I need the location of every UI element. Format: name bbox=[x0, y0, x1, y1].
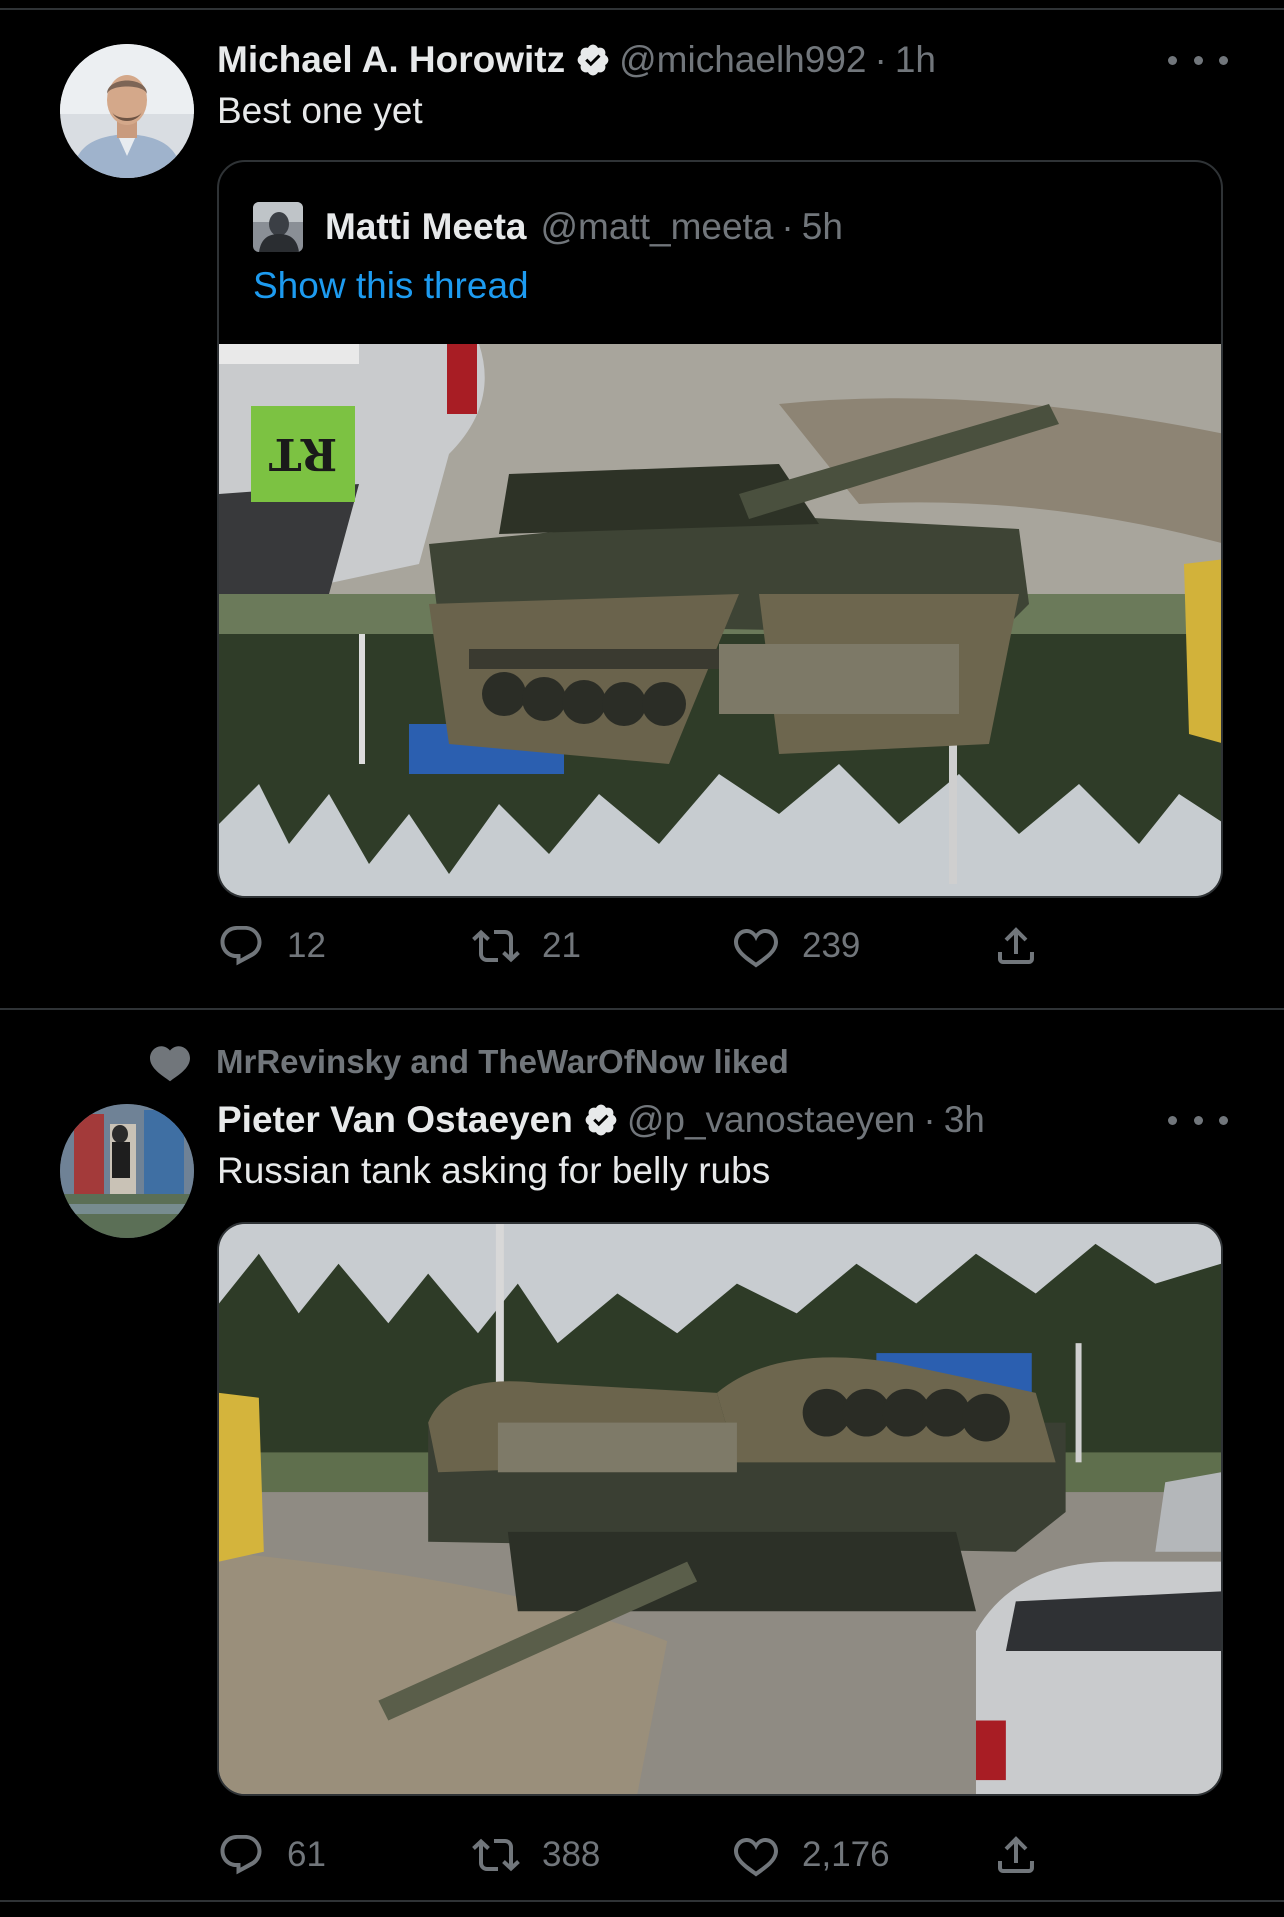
reply-count: 61 bbox=[287, 1835, 326, 1874]
tweet-actions: 12 21 239 bbox=[217, 918, 1057, 974]
reply-button[interactable]: 61 bbox=[217, 1827, 326, 1883]
quote-header: Matti Meeta @matt_meeta · 5h bbox=[253, 202, 843, 252]
avatar[interactable] bbox=[60, 44, 194, 178]
show-thread-link[interactable]: Show this thread bbox=[253, 265, 529, 307]
tweet-2[interactable]: Pieter Van Ostaeyen @p_vanostaeyen · 3h … bbox=[0, 1008, 1284, 1901]
like-button[interactable]: 239 bbox=[732, 918, 860, 974]
quote-author-handle[interactable]: @matt_meeta bbox=[540, 206, 773, 248]
quoted-tweet[interactable]: Matti Meeta @matt_meeta · 5h Show this t… bbox=[217, 160, 1223, 898]
reply-count: 12 bbox=[287, 926, 326, 965]
tweet-1[interactable]: Michael A. Horowitz @michaelh992 · 1h Be… bbox=[0, 0, 1284, 1008]
heart-icon bbox=[734, 928, 778, 968]
tweet-divider bbox=[0, 1900, 1284, 1902]
heart-icon bbox=[734, 1837, 778, 1877]
separator-dot: · bbox=[923, 1099, 936, 1140]
rt-logo-badge: RT bbox=[268, 428, 338, 480]
timestamp[interactable]: 1h bbox=[895, 39, 936, 81]
share-icon bbox=[998, 927, 1034, 964]
separator-dot: · bbox=[874, 39, 887, 80]
tweet-text: Russian tank asking for belly rubs bbox=[217, 1150, 771, 1191]
reply-icon bbox=[220, 1835, 262, 1875]
verified-badge-icon bbox=[585, 1104, 617, 1136]
author-name[interactable]: Pieter Van Ostaeyen bbox=[217, 1099, 573, 1141]
tweet-media-image[interactable] bbox=[217, 1222, 1223, 1796]
retweet-count: 388 bbox=[542, 1835, 601, 1874]
timestamp[interactable]: 3h bbox=[944, 1099, 985, 1141]
tweet-text: Best one yet bbox=[217, 90, 423, 131]
quote-timestamp[interactable]: 5h bbox=[802, 206, 843, 248]
reply-button[interactable]: 12 bbox=[217, 918, 326, 974]
like-button[interactable]: 2,176 bbox=[732, 1827, 890, 1883]
share-icon bbox=[998, 1836, 1034, 1873]
tweet-actions: 61 388 2,176 bbox=[217, 1827, 1057, 1883]
author-handle[interactable]: @p_vanostaeyen bbox=[627, 1099, 916, 1141]
author-handle[interactable]: @michaelh992 bbox=[619, 39, 866, 81]
more-dots-icon[interactable] bbox=[1168, 45, 1228, 75]
quote-author-name[interactable]: Matti Meeta bbox=[325, 206, 526, 248]
quoted-media-image[interactable]: RT bbox=[219, 344, 1221, 896]
avatar[interactable] bbox=[60, 1104, 194, 1238]
retweet-count: 21 bbox=[542, 926, 581, 965]
quote-avatar[interactable] bbox=[253, 202, 303, 252]
tweet-header: Michael A. Horowitz @michaelh992 · 1h bbox=[217, 35, 936, 85]
more-dots-icon[interactable] bbox=[1168, 1105, 1228, 1135]
retweet-button[interactable]: 388 bbox=[472, 1827, 600, 1883]
author-name[interactable]: Michael A. Horowitz bbox=[217, 39, 565, 81]
like-count: 239 bbox=[802, 926, 861, 965]
retweet-icon bbox=[472, 1838, 520, 1872]
separator-dot: · bbox=[781, 206, 794, 247]
retweet-icon bbox=[472, 929, 520, 963]
share-button[interactable] bbox=[992, 1827, 1062, 1883]
share-button[interactable] bbox=[992, 918, 1062, 974]
reply-icon bbox=[220, 926, 262, 966]
verified-badge-icon bbox=[577, 44, 609, 76]
like-count: 2,176 bbox=[802, 1835, 890, 1874]
retweet-button[interactable]: 21 bbox=[472, 918, 581, 974]
tweet-header: Pieter Van Ostaeyen @p_vanostaeyen · 3h bbox=[217, 1095, 985, 1145]
